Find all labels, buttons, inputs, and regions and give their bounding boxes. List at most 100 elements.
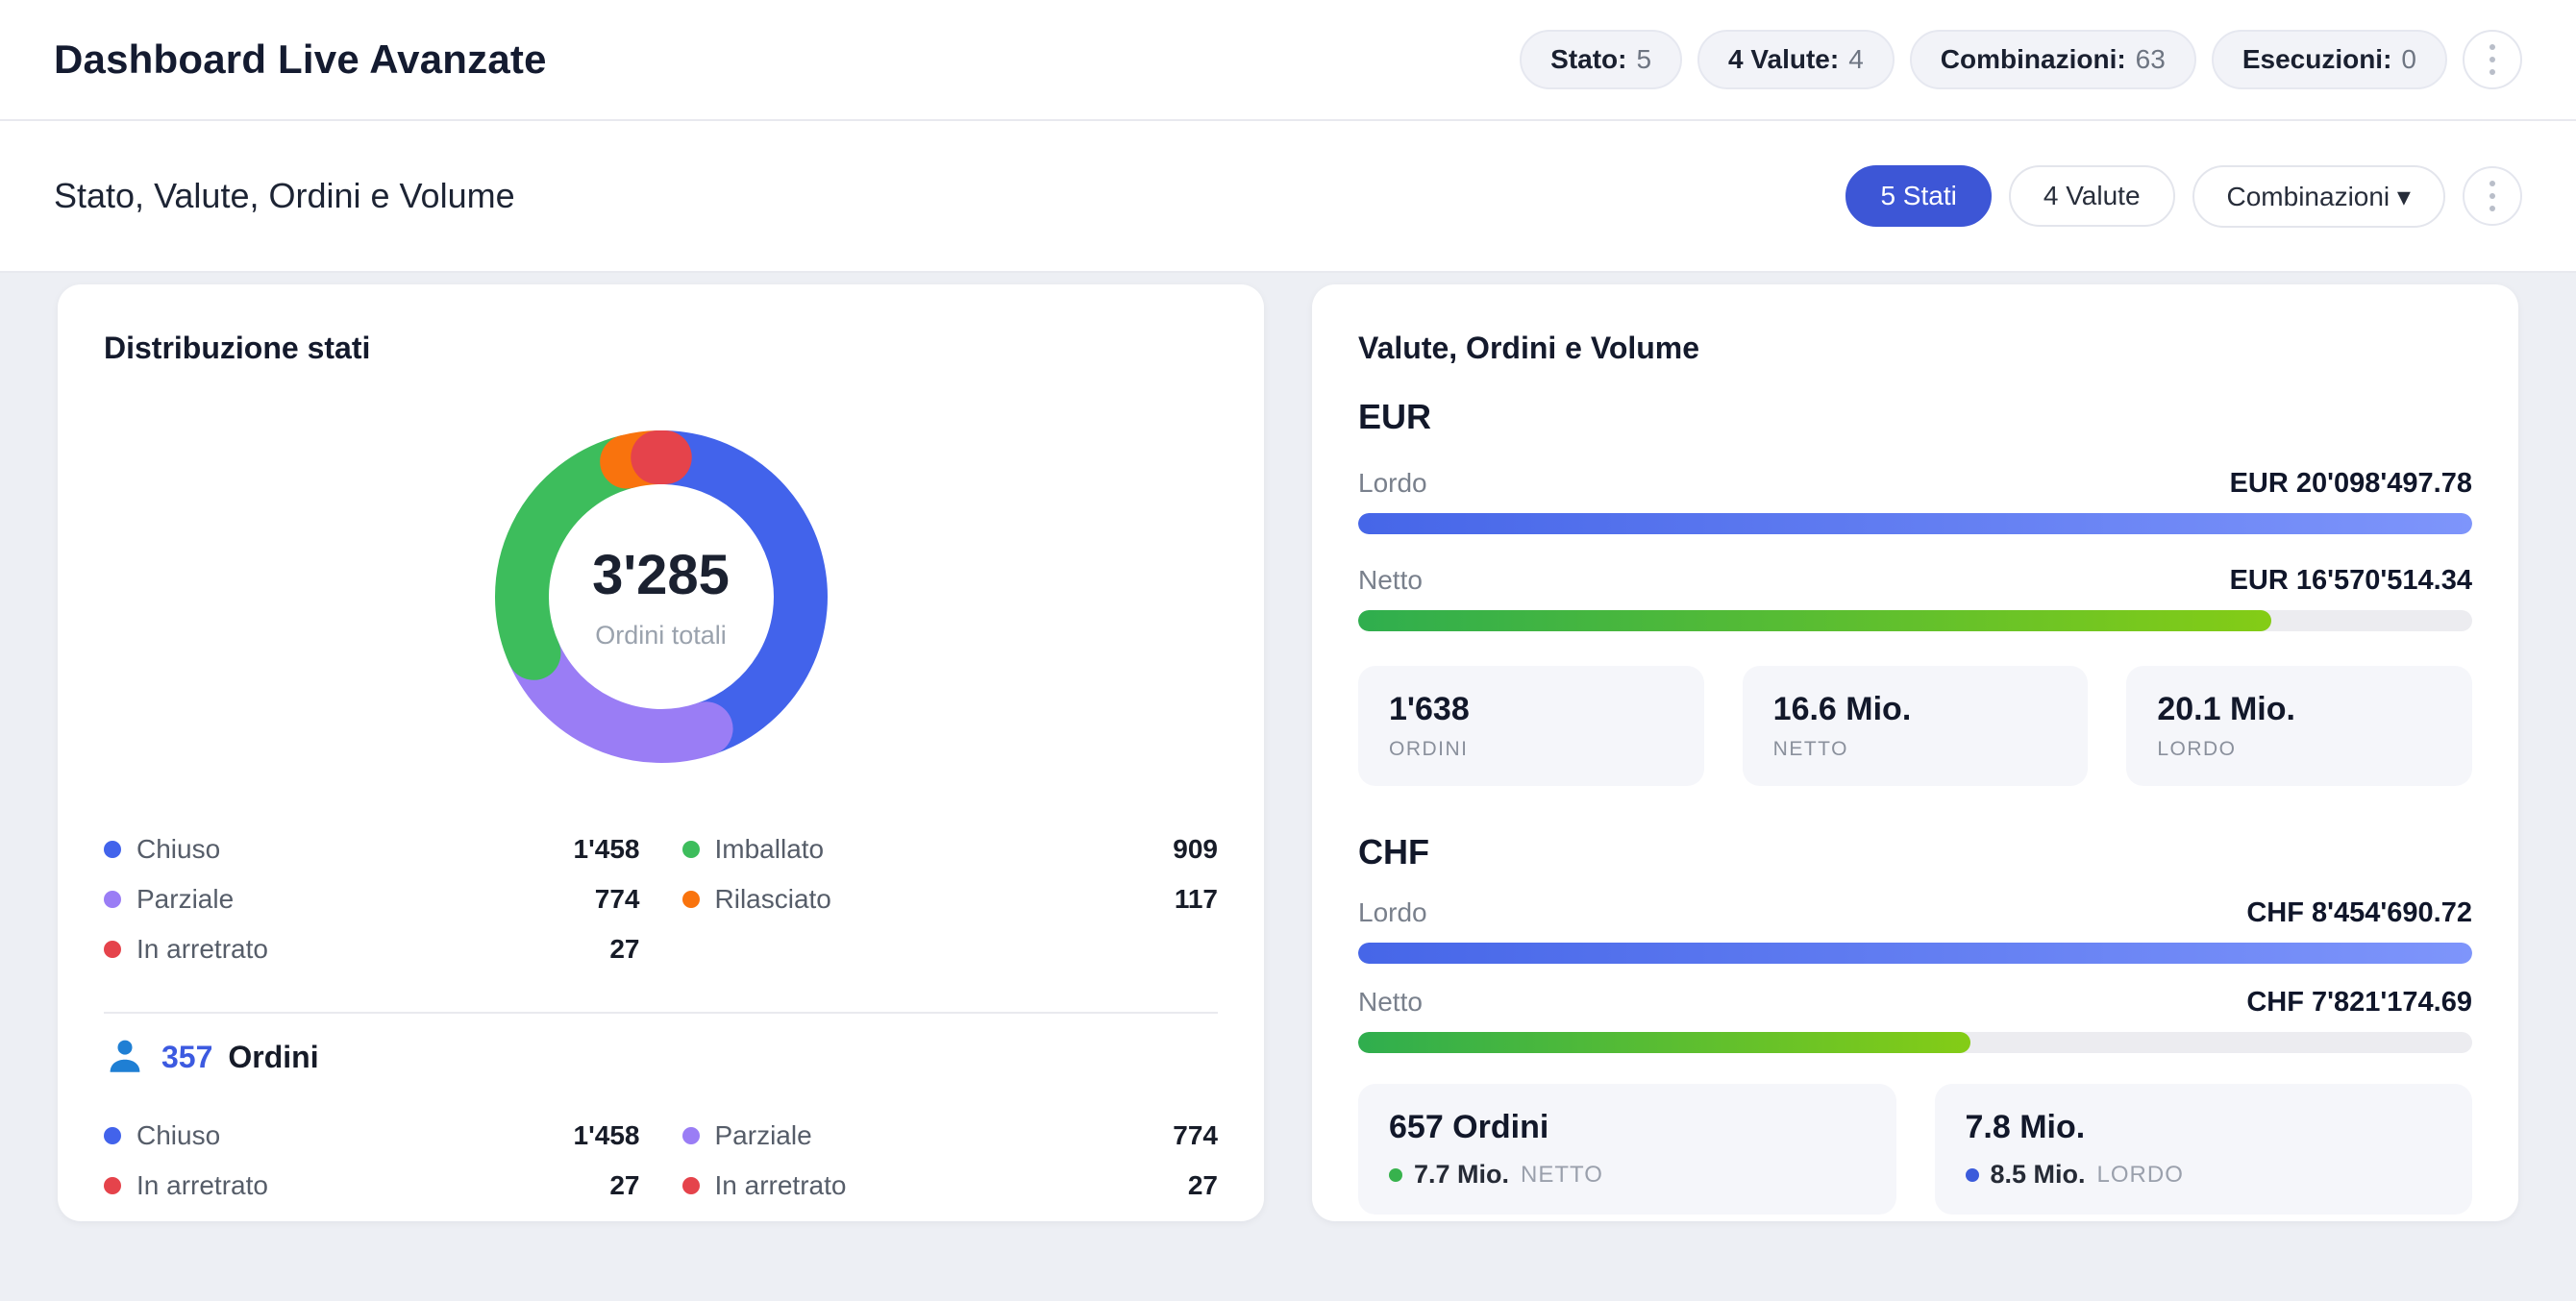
volume-row-label: Netto xyxy=(1358,987,1423,1018)
stat-sub-label: NETTO xyxy=(1521,1162,1603,1189)
legend-value: 774 xyxy=(595,884,640,915)
page-title: Dashboard Live Avanzate xyxy=(54,37,547,83)
filter-combinazioni-dropdown[interactable]: Combinazioni ▾ xyxy=(2192,165,2445,228)
stat-label: LORDO xyxy=(2157,738,2441,761)
badge-stato: Stato: 5 xyxy=(1520,30,1682,89)
legend-dot xyxy=(682,841,700,858)
legend-label: In arretrato xyxy=(136,934,268,965)
volume-row-label: Netto xyxy=(1358,565,1423,596)
page: Dashboard Live Avanzate Stato: 5 4 Valut… xyxy=(0,0,2576,1301)
stat-value: 1'638 xyxy=(1389,691,1673,728)
currency-section-eur: EUR Lordo EUR 20'098'497.78 Netto EUR 16… xyxy=(1358,397,2472,786)
progress-fill xyxy=(1358,943,2472,964)
legend-label: Rilasciato xyxy=(715,884,831,915)
legend-dot xyxy=(104,1127,121,1144)
volume-row-amount: EUR 20'098'497.78 xyxy=(2230,468,2472,500)
progress-bar-lordo xyxy=(1358,943,2472,964)
progress-fill xyxy=(1358,1032,1970,1053)
volume-row-amount: CHF 7'821'174.69 xyxy=(2246,987,2472,1019)
progress-bar-netto xyxy=(1358,610,2472,631)
legend-value: 909 xyxy=(1173,834,1218,865)
volume-card-title: Valute, Ordini e Volume xyxy=(1358,331,2472,366)
legend-value: 774 xyxy=(1173,1120,1218,1151)
filter-valute-button[interactable]: 4 Valute xyxy=(2009,165,2175,227)
legend-item-in-arretrato: In arretrato 27 xyxy=(104,1167,640,1204)
badge-value: 0 xyxy=(2401,44,2416,75)
badge-label: Stato: xyxy=(1550,44,1626,75)
volume-row-netto: Netto CHF 7'821'174.69 xyxy=(1358,987,2472,1019)
legend-label: In arretrato xyxy=(136,1170,268,1201)
legend-item-in-arretrato: In arretrato 27 xyxy=(104,931,640,968)
legend-item-chiuso: Chiuso 1'458 xyxy=(104,831,640,868)
legend-item-in-arretrato: In arretrato 27 xyxy=(682,1167,1219,1204)
stat-value: 657 Ordini xyxy=(1389,1109,1866,1146)
legend-dot xyxy=(104,941,121,958)
progress-fill xyxy=(1358,610,2271,631)
donut-svg xyxy=(459,395,863,798)
stat-box-ordini: 657 Ordini 7.7 Mio. NETTO xyxy=(1358,1084,1896,1215)
volume-row-lordo: Lordo CHF 8'454'690.72 xyxy=(1358,897,2472,929)
donut-segment-chiuso xyxy=(664,457,800,728)
legend-dot xyxy=(682,891,700,908)
legend-dot xyxy=(682,1177,700,1194)
subheader-menu-button[interactable] xyxy=(2463,166,2522,226)
legend-label: Chiuso xyxy=(136,1120,220,1151)
badge-value: 4 xyxy=(1848,44,1864,75)
badge-esecuzioni: Esecuzioni: 0 xyxy=(2212,30,2447,89)
legend-value: 1'458 xyxy=(574,1120,640,1151)
orders-summary: 357 Ordini xyxy=(104,1035,1218,1079)
stat-box-netto: 16.6 Mio. NETTO xyxy=(1743,666,2089,786)
donut-card: Distribuzione stati 3'285 Ordini totali … xyxy=(58,284,1264,1221)
volume-card: Valute, Ordini e Volume EUR Lordo EUR 20… xyxy=(1312,284,2518,1221)
legend-label: Parziale xyxy=(136,884,234,915)
badge-label: 4 Valute: xyxy=(1728,44,1839,75)
volume-row-amount: CHF 8'454'690.72 xyxy=(2246,897,2472,929)
filter-stati-button[interactable]: 5 Stati xyxy=(1845,165,1991,227)
legend-dot xyxy=(104,841,121,858)
donut-card-title: Distribuzione stati xyxy=(104,331,1218,366)
legend-item-parziale: Parziale 774 xyxy=(682,1117,1219,1154)
volume-row-label: Lordo xyxy=(1358,468,1427,499)
person-icon xyxy=(104,1036,146,1078)
main-content: Distribuzione stati 3'285 Ordini totali … xyxy=(0,273,2576,1221)
legend-item-parziale: Parziale 774 xyxy=(104,881,640,918)
legend-value: 117 xyxy=(1175,884,1218,915)
netto-dot xyxy=(1389,1168,1402,1182)
donut-chart: 3'285 Ordini totali xyxy=(459,395,863,798)
volume-row-label: Lordo xyxy=(1358,897,1427,928)
stat-sub-value: 8.5 Mio. xyxy=(1991,1160,2086,1190)
orders-count: 357 xyxy=(161,1040,212,1075)
filter-buttons: 5 Stati 4 Valute Combinazioni ▾ xyxy=(1845,165,2522,228)
legend-value: 27 xyxy=(1188,1170,1218,1201)
orders-label: Ordini xyxy=(228,1040,318,1075)
legend-label: Parziale xyxy=(715,1120,812,1151)
orders-legend: Chiuso 1'458 Parziale 774 In arretrato 2… xyxy=(104,1117,1218,1204)
volume-row-netto: Netto EUR 16'570'514.34 xyxy=(1358,565,2472,597)
stat-sub-row: 7.7 Mio. NETTO xyxy=(1389,1160,1866,1190)
header: Dashboard Live Avanzate Stato: 5 4 Valut… xyxy=(0,0,2576,121)
lordo-dot xyxy=(1966,1168,1979,1182)
donut-segment-imballato xyxy=(521,461,626,652)
legend-value: 27 xyxy=(609,934,639,965)
legend-item-imballato: Imballato 909 xyxy=(682,831,1219,868)
donut-segment-parziale xyxy=(533,653,706,736)
stat-box-volume: 7.8 Mio. 8.5 Mio. LORDO xyxy=(1935,1084,2473,1215)
progress-bar-netto xyxy=(1358,1032,2472,1053)
divider xyxy=(104,1012,1218,1014)
badge-combinazioni: Combinazioni: 63 xyxy=(1910,30,2196,89)
legend-label: In arretrato xyxy=(715,1170,847,1201)
stat-sub-value: 7.7 Mio. xyxy=(1414,1160,1509,1190)
badge-value: 63 xyxy=(2136,44,2166,75)
stat-label: NETTO xyxy=(1773,738,2058,761)
badge-label: Combinazioni: xyxy=(1941,44,2126,75)
volume-row-lordo: Lordo EUR 20'098'497.78 xyxy=(1358,468,2472,500)
currency-section-chf: CHF Lordo CHF 8'454'690.72 Netto CHF 7'8… xyxy=(1358,832,2472,1215)
stat-box-lordo: 20.1 Mio. LORDO xyxy=(2126,666,2472,786)
legend-value: 1'458 xyxy=(574,834,640,865)
badge-valute: 4 Valute: 4 xyxy=(1697,30,1895,89)
legend-value: 27 xyxy=(609,1170,639,1201)
stat-value: 16.6 Mio. xyxy=(1773,691,2058,728)
legend-label: Imballato xyxy=(715,834,825,865)
header-menu-button[interactable] xyxy=(2463,30,2522,89)
stat-value: 20.1 Mio. xyxy=(2157,691,2441,728)
